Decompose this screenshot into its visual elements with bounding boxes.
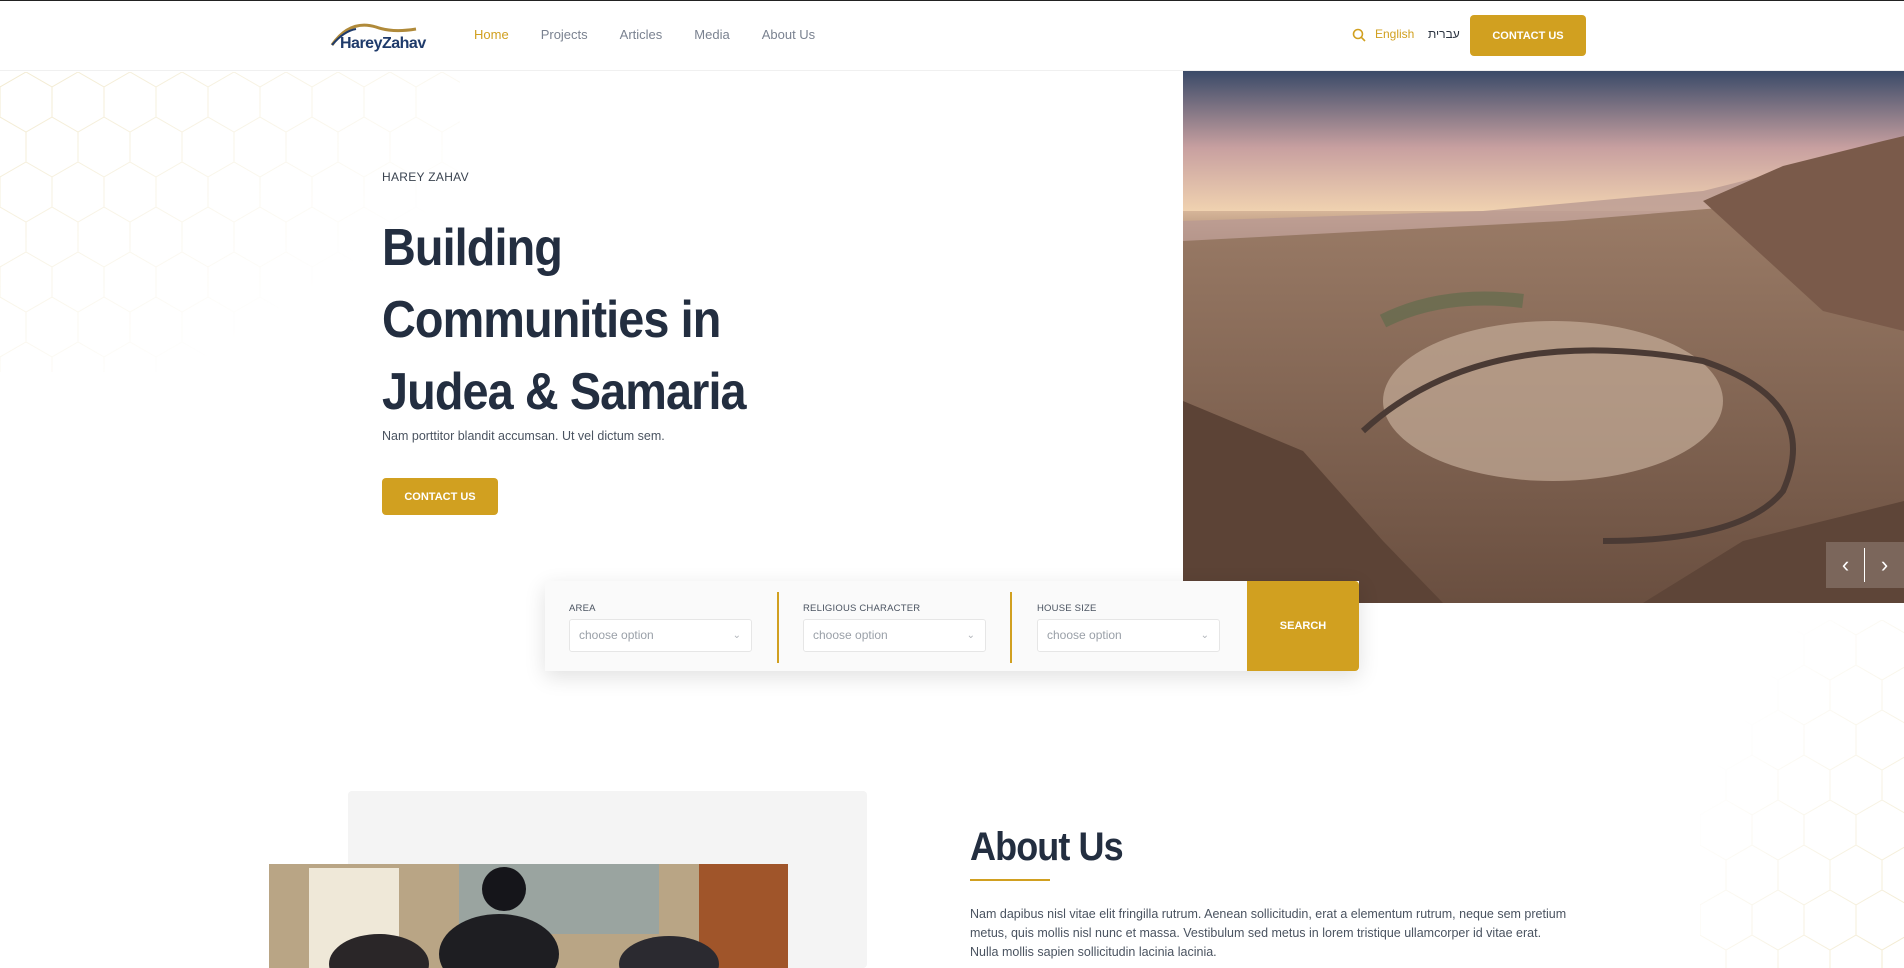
religious-character-label: RELIGIOUS CHARACTER bbox=[803, 603, 921, 614]
area-label: AREA bbox=[569, 603, 596, 614]
about-title: About Us bbox=[970, 825, 1124, 869]
search-icon[interactable] bbox=[1352, 28, 1366, 42]
main-nav: Home Projects Articles Media About Us bbox=[474, 27, 815, 42]
hero-subtitle: Nam porttitor blandit accumsan. Ut vel d… bbox=[382, 429, 665, 443]
about-photo-illustration bbox=[269, 864, 788, 968]
chevron-down-icon: ⌄ bbox=[732, 630, 741, 641]
nav-articles[interactable]: Articles bbox=[620, 27, 663, 42]
slider-divider bbox=[1864, 548, 1865, 582]
language-hebrew[interactable]: עברית bbox=[1428, 27, 1460, 41]
search-button[interactable]: SEARCH bbox=[1247, 581, 1359, 671]
hex-pattern-decoration-right bbox=[1700, 620, 1904, 968]
religious-character-select[interactable]: choose option ⌄ bbox=[803, 619, 986, 652]
religious-character-select-value: choose option bbox=[813, 628, 888, 642]
hero-eyebrow: HAREY ZAHAV bbox=[382, 170, 469, 184]
hero-landscape-illustration bbox=[1183, 71, 1904, 603]
area-select[interactable]: choose option ⌄ bbox=[569, 619, 752, 652]
nav-media[interactable]: Media bbox=[694, 27, 729, 42]
area-field: AREA choose option ⌄ bbox=[569, 603, 759, 652]
chevron-down-icon: ⌄ bbox=[1200, 630, 1209, 641]
language-english[interactable]: English bbox=[1375, 27, 1414, 41]
property-search-panel: AREA choose option ⌄ RELIGIOUS CHARACTER… bbox=[545, 581, 1359, 671]
arrow-left-icon[interactable]: ‹ bbox=[1826, 542, 1865, 588]
house-size-field: HOUSE SIZE choose option ⌄ bbox=[1037, 603, 1227, 652]
hero-image bbox=[1183, 71, 1904, 603]
nav-home[interactable]: Home bbox=[474, 27, 509, 42]
hero-title: Building Communities in Judea & Samaria bbox=[382, 219, 747, 421]
area-select-value: choose option bbox=[579, 628, 654, 642]
logo[interactable]: HareyZahav bbox=[330, 17, 426, 55]
nav-projects[interactable]: Projects bbox=[541, 27, 588, 42]
header-contact-button[interactable]: CONTACT US bbox=[1470, 15, 1586, 56]
house-size-select[interactable]: choose option ⌄ bbox=[1037, 619, 1220, 652]
about-image bbox=[269, 864, 788, 968]
arrow-right-icon[interactable]: › bbox=[1865, 542, 1904, 588]
slider-controls: ‹ › bbox=[1826, 542, 1904, 588]
about-title-underline bbox=[970, 879, 1050, 881]
nav-about-us[interactable]: About Us bbox=[762, 27, 815, 42]
religious-character-field: RELIGIOUS CHARACTER choose option ⌄ bbox=[803, 603, 993, 652]
house-size-label: HOUSE SIZE bbox=[1037, 603, 1097, 614]
site-header: HareyZahav Home Projects Articles Media … bbox=[0, 1, 1904, 71]
chevron-down-icon: ⌄ bbox=[966, 630, 975, 641]
logo-text: HareyZahav bbox=[340, 35, 426, 52]
hero-contact-button[interactable]: CONTACT US bbox=[382, 478, 498, 515]
house-size-select-value: choose option bbox=[1047, 628, 1122, 642]
field-divider bbox=[777, 592, 779, 663]
field-divider bbox=[1010, 592, 1012, 663]
about-text: Nam dapibus nisl vitae elit fringilla ru… bbox=[970, 907, 1567, 959]
